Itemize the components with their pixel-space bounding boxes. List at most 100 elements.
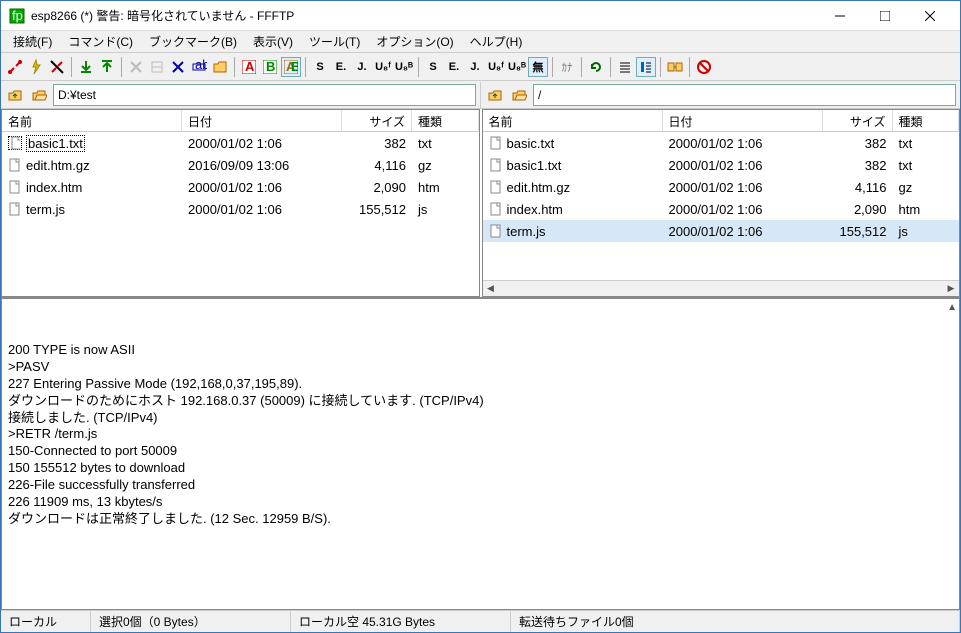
local-col-date[interactable]: 日付 [182,110,342,131]
file-row[interactable]: term.js2000/01/02 1:06155,512js [2,198,479,220]
file-row[interactable]: basic1.txt2000/01/02 1:06382txt [2,132,479,154]
file-size: 2,090 [823,200,893,219]
svg-text:B: B [291,60,298,74]
binary-mode-icon[interactable]: B [260,57,280,77]
local-col-name[interactable]: 名前 [2,110,182,131]
remote-file-list[interactable]: basic.txt2000/01/02 1:06382txtbasic1.txt… [483,132,960,280]
log-line: 226 11909 ms, 13 kbytes/s [8,494,953,511]
menu-option[interactable]: オプション(O) [368,31,461,52]
file-icon [8,136,22,150]
menu-connect[interactable]: 接続(F) [5,31,60,52]
menu-tool[interactable]: ツール(T) [301,31,368,52]
detail-icon[interactable] [636,57,656,77]
auto-mode-icon[interactable]: AB [281,57,301,77]
file-icon [489,158,503,172]
remote-path-input[interactable] [533,84,956,106]
disconnect-icon[interactable] [47,57,67,77]
menu-command[interactable]: コマンド(C) [60,31,141,52]
upload-icon[interactable] [97,57,117,77]
file-row[interactable]: index.htm2000/01/02 1:062,090htm [483,198,960,220]
local-path-section [1,82,480,108]
status-space: ローカル空 45.31G Bytes [291,611,511,632]
status-queue: 転送待ちファイル0個 [511,611,960,632]
local-file-list[interactable]: basic1.txt2000/01/02 1:06382txtedit.htm.… [2,132,479,296]
maximize-button[interactable] [862,2,907,30]
pathbar [1,81,960,109]
menu-bookmark[interactable]: ブックマーク(B) [141,31,245,52]
connect-icon[interactable] [5,57,25,77]
close-button[interactable] [907,2,952,30]
file-row[interactable]: basic.txt2000/01/02 1:06382txt [483,132,960,154]
mirror-download-icon[interactable] [126,57,146,77]
host-euc-icon[interactable]: E. [331,57,351,77]
file-name: edit.htm.gz [507,180,571,195]
mkdir-icon[interactable] [210,57,230,77]
menu-view[interactable]: 表示(V) [245,31,301,52]
remote-scrollbar[interactable]: ◀ ▶ [483,280,960,296]
list-icon[interactable] [615,57,635,77]
remote-col-size[interactable]: サイズ [823,110,893,131]
mirror-upload-icon[interactable] [147,57,167,77]
log-pane[interactable]: 200 TYPE is now ASII>PASV227 Entering Pa… [1,299,960,610]
ascii-mode-icon[interactable]: A [239,57,259,77]
menu-help[interactable]: ヘルプ(H) [462,31,531,52]
local-sjis-icon[interactable]: S [423,57,443,77]
file-row[interactable]: edit.htm.gz2016/09/09 13:064,116gz [2,154,479,176]
svg-text:A: A [245,60,255,74]
scroll-left-icon[interactable]: ◀ [483,281,499,295]
local-path-input[interactable] [53,84,476,106]
file-type: txt [412,134,479,153]
file-size: 2,090 [342,178,412,197]
log-line: 150-Connected to port 50009 [8,443,953,460]
status-local: ローカル [1,611,91,632]
local-file-header: 名前 日付 サイズ 種類 [2,110,479,132]
file-size: 382 [342,134,412,153]
file-date: 2000/01/02 1:06 [663,156,823,175]
file-row[interactable]: index.htm2000/01/02 1:062,090htm [2,176,479,198]
remote-col-type[interactable]: 種類 [893,110,960,131]
remote-col-date[interactable]: 日付 [663,110,823,131]
file-type: gz [893,178,960,197]
file-date: 2000/01/02 1:06 [663,178,823,197]
local-col-size[interactable]: サイズ [342,110,412,131]
kana-convert-icon[interactable]: ｶﾅ [557,57,577,77]
log-scroll-up-icon[interactable]: ▲ [947,301,957,314]
file-row[interactable]: basic1.txt2000/01/02 1:06382txt [483,154,960,176]
file-name: term.js [26,202,65,217]
scroll-right-icon[interactable]: ▶ [943,281,959,295]
log-line: >RETR /term.js [8,426,953,443]
host-sjis-icon[interactable]: S [310,57,330,77]
refresh-icon[interactable] [586,57,606,77]
minimize-button[interactable] [817,2,862,30]
remote-col-name[interactable]: 名前 [483,110,663,131]
file-size: 4,116 [342,156,412,175]
local-open-icon[interactable] [29,85,49,105]
file-row[interactable]: edit.htm.gz2000/01/02 1:064,116gz [483,176,960,198]
host-utf8bom-icon[interactable]: U₈ᴮ [394,57,414,77]
local-col-type[interactable]: 種類 [412,110,479,131]
download-icon[interactable] [76,57,96,77]
local-jis-icon[interactable]: J. [465,57,485,77]
file-row[interactable]: term.js2000/01/02 1:06155,512js [483,220,960,242]
status-selection: 選択0個（0 Bytes） [91,611,291,632]
quick-connect-icon[interactable] [26,57,46,77]
host-utf8-icon[interactable]: U₈ᶠ [373,57,393,77]
file-type: js [893,222,960,241]
local-utf8-icon[interactable]: U₈ᶠ [486,57,506,77]
rename-icon[interactable]: ab [189,57,209,77]
remote-open-icon[interactable] [509,85,529,105]
file-size: 382 [823,156,893,175]
file-icon [8,180,22,194]
remote-updir-icon[interactable] [485,85,505,105]
delete-icon[interactable] [168,57,188,77]
sync-icon[interactable] [665,57,685,77]
host-jis-icon[interactable]: J. [352,57,372,77]
file-icon [8,202,22,216]
local-utf8bom-icon[interactable]: U₈ᴮ [507,57,527,77]
abort-icon[interactable] [694,57,714,77]
local-euc-icon[interactable]: E. [444,57,464,77]
app-icon: fp [9,8,25,24]
local-updir-icon[interactable] [5,85,25,105]
no-kanji-icon[interactable]: 無 [528,57,548,77]
toolbar: ab A B AB S E. J. U₈ᶠ U₈ᴮ S E. J. U₈ᶠ U₈… [1,53,960,81]
